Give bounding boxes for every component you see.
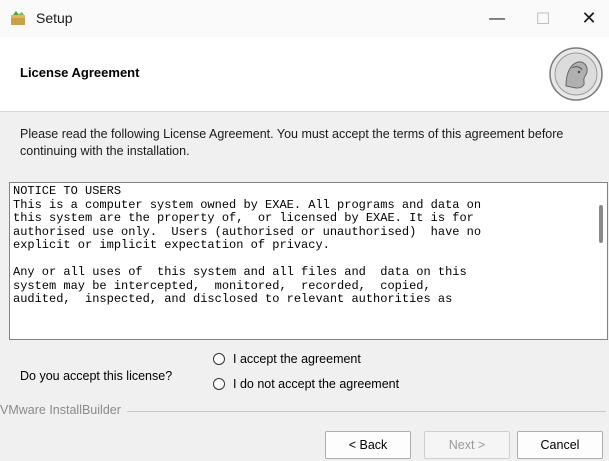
- close-button[interactable]: ✕: [566, 0, 609, 37]
- accept-radio-label[interactable]: I accept the agreement: [233, 352, 361, 366]
- decline-radio-circle[interactable]: [213, 378, 225, 390]
- intro-text: Please read the following License Agreem…: [20, 127, 564, 158]
- accept-radio-circle[interactable]: [213, 353, 225, 365]
- decline-radio[interactable]: I do not accept the agreement: [213, 377, 399, 391]
- back-button[interactable]: < Back: [325, 431, 411, 459]
- accept-question: Do you accept this license?: [20, 369, 173, 383]
- page-header: License Agreement: [0, 37, 609, 112]
- setup-app-icon: [11, 11, 25, 25]
- builder-label: VMware InstallBuilder: [0, 403, 127, 417]
- title-bar: Setup — ☐ ✕: [0, 0, 609, 37]
- license-text: NOTICE TO USERS This is a computer syste…: [13, 184, 482, 306]
- page-title: License Agreement: [20, 65, 140, 80]
- license-textbox[interactable]: NOTICE TO USERS This is a computer syste…: [9, 182, 608, 340]
- window-title: Setup: [36, 10, 73, 26]
- license-scrollbar[interactable]: [599, 205, 603, 243]
- accept-radio[interactable]: I accept the agreement: [213, 352, 361, 366]
- cancel-button[interactable]: Cancel: [517, 431, 603, 459]
- decline-radio-label[interactable]: I do not accept the agreement: [233, 377, 399, 391]
- minimize-button[interactable]: —: [474, 0, 520, 37]
- maximize-button[interactable]: ☐: [520, 0, 566, 37]
- coin-logo-icon: [549, 47, 603, 101]
- next-button[interactable]: Next >: [424, 431, 510, 459]
